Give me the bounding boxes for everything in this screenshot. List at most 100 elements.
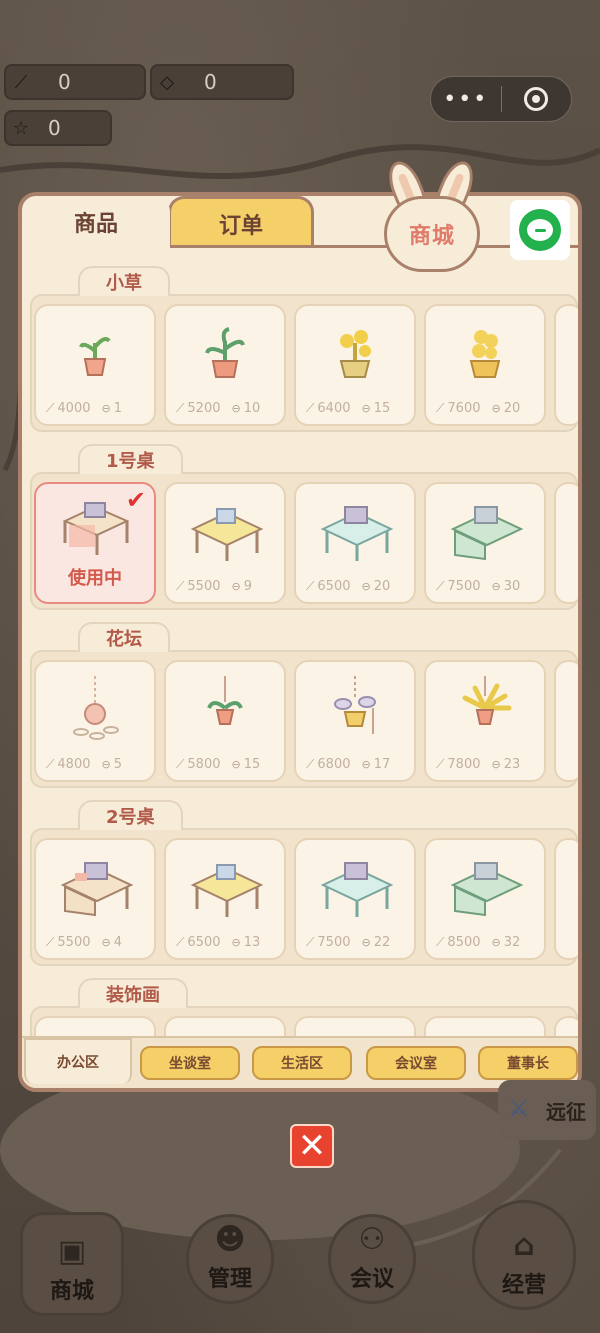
expedition-button[interactable]: ⚔ 远征 xyxy=(498,1080,596,1140)
shop-item-card[interactable]: ⟋ 6800 ⊖ 17 xyxy=(294,660,416,782)
carrot-count: 0 xyxy=(58,70,71,94)
shop-item-card[interactable]: ⟋ 7800 ⊖ 23 xyxy=(424,660,546,782)
carrot-icon: ⟋ xyxy=(306,757,315,771)
close-button[interactable]: ✕ xyxy=(290,1124,334,1168)
shop-item-card-partial[interactable] xyxy=(554,304,578,426)
nav-meeting[interactable]: ⚇ 会议 xyxy=(328,1214,416,1304)
section-title: 装饰画 xyxy=(78,978,188,1008)
shop-item-list[interactable]: 小草 ⟋ 4000 ⊖ 1 ⟋ 5200 ⊖ 10 ⟋ 6400 ⊖ 15 ⟋ 7600 ⊖ 20 xyxy=(22,248,578,1036)
shop-item-card[interactable]: ⟋ 5200 ⊖ 10 xyxy=(164,304,286,426)
lock-icon: ⊖ xyxy=(101,936,111,949)
item-price: ⟋ 6500 ⊖ 13 xyxy=(176,935,260,950)
more-button[interactable]: ••• xyxy=(431,87,501,112)
price-value: 6800 xyxy=(317,757,351,772)
lock-icon: ⊖ xyxy=(231,402,241,415)
category-chairman[interactable]: 董事长 xyxy=(478,1046,578,1080)
shop-item-card[interactable]: ⟋ 8500 ⊖ 32 xyxy=(424,838,546,960)
carrot-icon: ⟋ xyxy=(176,935,185,949)
price-value: 6400 xyxy=(317,401,351,416)
shop-item-card[interactable]: ⟋ 4800 ⊖ 5 xyxy=(34,660,156,782)
hanging-plant-icon xyxy=(426,668,544,750)
lock-icon: ⊖ xyxy=(491,758,501,771)
price-value: 5800 xyxy=(187,757,221,772)
carrot-icon: ⟋ xyxy=(14,71,28,93)
price-value: 5200 xyxy=(187,401,221,416)
nav-business[interactable]: ⌂ 经营 xyxy=(472,1200,576,1310)
shop-badge: 商城 xyxy=(382,156,480,272)
shop-item-card[interactable]: ⟋ 7500 ⊖ 22 xyxy=(294,838,416,960)
section-desk-2: 2号桌 ⟋ 5500 ⊖ 4 ⟋ 6500 ⊖ 13 ⟋ 7500 ⊖ 22 ⟋ 8500 ⊖ 32 xyxy=(30,800,578,970)
shop-dialog: 商品 订单 小草 ⟋ 4000 ⊖ 1 ⟋ 5200 ⊖ 10 ⟋ 6400 ⊖ 15 xyxy=(18,192,582,1092)
carrot-icon: ⟋ xyxy=(436,935,445,949)
nav-manage-label: 管理 xyxy=(207,1267,252,1292)
shop-item-card[interactable] xyxy=(424,1016,546,1036)
shop-item-card-partial[interactable] xyxy=(554,482,578,604)
category-meeting-room[interactable]: 会议室 xyxy=(366,1046,466,1080)
close-miniprogram-button[interactable] xyxy=(502,87,572,111)
hanging-plant-icon xyxy=(36,668,154,750)
price-value: 7500 xyxy=(317,935,351,950)
plant-icon xyxy=(36,312,154,394)
nav-business-label: 经营 xyxy=(501,1273,546,1298)
close-icon: ✕ xyxy=(297,1126,327,1166)
price-value: 7600 xyxy=(447,401,481,416)
carrot-icon: ⟋ xyxy=(176,401,185,415)
level-value: 15 xyxy=(243,757,261,772)
diamond-counter: ◇ 0 xyxy=(150,64,294,100)
category-living[interactable]: 生活区 xyxy=(252,1046,352,1080)
shop-item-card[interactable]: ⟋ 5800 ⊖ 15 xyxy=(164,660,286,782)
category-office[interactable]: 办公区 xyxy=(24,1038,132,1084)
section-desk-1: 1号桌 ✔ 使用中 ⟋ 5500 ⊖ 9 ⟋ 6500 ⊖ 20 ⟋ 7500 ⊖ 30 xyxy=(30,444,578,614)
level-value: 17 xyxy=(373,757,391,772)
shop-item-card[interactable]: ⟋ 7600 ⊖ 20 xyxy=(424,304,546,426)
expedition-label: 远征 xyxy=(546,1099,586,1124)
lock-icon: ⊖ xyxy=(231,758,241,771)
carrot-icon: ⟋ xyxy=(46,401,55,415)
item-row: ✔ 使用中 ⟋ 5500 ⊖ 9 ⟋ 6500 ⊖ 20 ⟋ 7500 ⊖ 30 xyxy=(30,472,578,610)
shop-item-card[interactable] xyxy=(164,1016,286,1036)
shop-item-card-partial[interactable] xyxy=(554,660,578,782)
shop-item-card[interactable]: ⟋ 5500 ⊖ 4 xyxy=(34,838,156,960)
lock-icon: ⊖ xyxy=(101,402,111,415)
price-value: 6500 xyxy=(317,579,351,594)
desk-icon xyxy=(296,846,414,928)
shop-badge-label: 商城 xyxy=(408,224,455,249)
shop-item-card[interactable] xyxy=(34,1016,156,1036)
tab-goods[interactable]: 商品 xyxy=(22,196,170,248)
shop-item-card-partial[interactable] xyxy=(554,838,578,960)
item-price: ⟋ 6400 ⊖ 15 xyxy=(306,401,390,416)
section-title: 花坛 xyxy=(78,622,170,652)
carrot-icon: ⟋ xyxy=(176,579,185,593)
desk-icon xyxy=(166,490,284,572)
shop-item-card[interactable]: ⟋ 5500 ⊖ 9 xyxy=(164,482,286,604)
tab-orders[interactable]: 订单 xyxy=(168,196,314,248)
item-row: ⟋ 4800 ⊖ 5 ⟋ 5800 ⊖ 15 ⟋ 6800 ⊖ 17 ⟋ 7800 ⊖ 23 xyxy=(30,650,578,788)
category-lounge[interactable]: 坐谈室 xyxy=(140,1046,240,1080)
star-icon: ☆ xyxy=(12,117,30,139)
item-price: ⟋ 6800 ⊖ 17 xyxy=(306,757,390,772)
level-value: 20 xyxy=(373,579,391,594)
chat-button[interactable] xyxy=(510,200,570,260)
section-grass: 小草 ⟋ 4000 ⊖ 1 ⟋ 5200 ⊖ 10 ⟋ 6400 ⊖ 15 ⟋ 7600 ⊖ 20 xyxy=(30,266,578,436)
shop-item-card[interactable]: ⟋ 6500 ⊖ 20 xyxy=(294,482,416,604)
nav-shop[interactable]: ▣ 商城 xyxy=(20,1212,124,1316)
plant-icon xyxy=(296,312,414,394)
shop-item-card[interactable]: ⟋ 6500 ⊖ 13 xyxy=(164,838,286,960)
shop-item-card[interactable]: ⟋ 7500 ⊖ 30 xyxy=(424,482,546,604)
lock-icon: ⊖ xyxy=(491,402,501,415)
price-value: 4000 xyxy=(57,401,91,416)
item-price: ⟋ 7500 ⊖ 22 xyxy=(306,935,390,950)
shop-item-card[interactable]: ⟋ 6400 ⊖ 15 xyxy=(294,304,416,426)
desk-icon xyxy=(166,846,284,928)
item-price: ⟋ 4000 ⊖ 1 xyxy=(46,401,122,416)
price-value: 6500 xyxy=(187,935,221,950)
carrot-icon: ⟋ xyxy=(436,401,445,415)
item-price: ⟋ 4800 ⊖ 5 xyxy=(46,757,122,772)
item-row: ⟋ 4000 ⊖ 1 ⟋ 5200 ⊖ 10 ⟋ 6400 ⊖ 15 ⟋ 7600 ⊖ 20 xyxy=(30,294,578,432)
nav-manage[interactable]: ☻ 管理 xyxy=(186,1214,274,1304)
shop-item-card[interactable]: ⟋ 4000 ⊖ 1 xyxy=(34,304,156,426)
desk-icon xyxy=(36,846,154,928)
shop-item-card-partial[interactable] xyxy=(554,1016,578,1036)
shop-item-card-in-use[interactable]: ✔ 使用中 xyxy=(34,482,156,604)
shop-item-card[interactable] xyxy=(294,1016,416,1036)
